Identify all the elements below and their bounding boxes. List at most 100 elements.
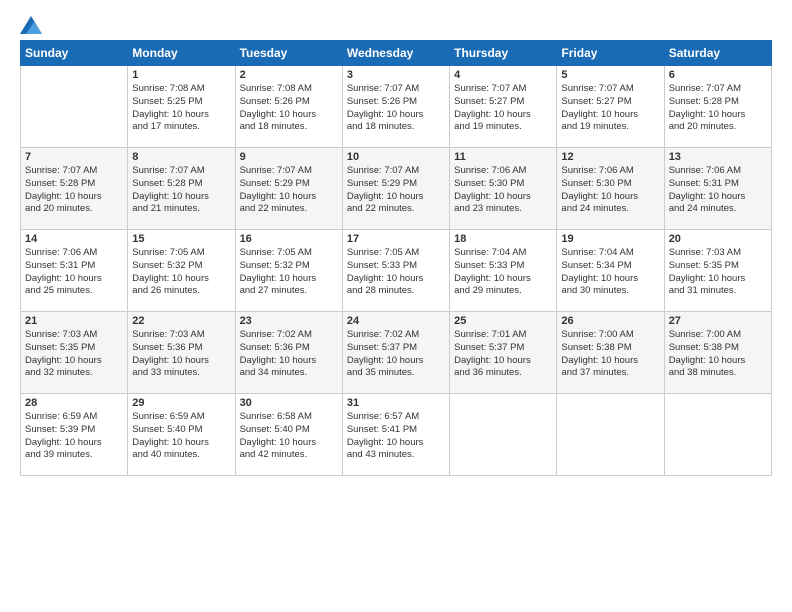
calendar-cell: 10Sunrise: 7:07 AM Sunset: 5:29 PM Dayli… <box>342 148 449 230</box>
calendar-cell: 7 Sunrise: 7:07 AM Sunset: 5:28 PM Daylig… <box>21 148 128 230</box>
day-number: 14 <box>25 233 123 245</box>
calendar-header-tuesday: Tuesday <box>235 41 342 66</box>
day-number: 20 <box>669 233 767 245</box>
day-info: Sunrise: 6:58 AM Sunset: 5:40 PM Dayligh… <box>240 411 338 462</box>
day-number: 15 <box>132 233 230 245</box>
day-info: Sunrise: 7:07 AM Sunset: 5:28 PM Dayligh… <box>132 165 230 216</box>
day-info: Sunrise: 7:01 AM Sunset: 5:37 PM Dayligh… <box>454 329 552 380</box>
day-number: 7 <box>25 151 123 163</box>
day-info: Sunrise: 7:07 AM Sunset: 5:28 PM Dayligh… <box>25 165 123 216</box>
day-number: 18 <box>454 233 552 245</box>
header <box>20 16 772 34</box>
day-info: Sunrise: 7:04 AM Sunset: 5:34 PM Dayligh… <box>561 247 659 298</box>
calendar-week-row: 14 Sunrise: 7:06 AM Sunset: 5:31 PM Dayli… <box>21 230 772 312</box>
day-number: 19 <box>561 233 659 245</box>
calendar-cell: 21 Sunrise: 7:03 AM Sunset: 5:35 PM Dayli… <box>21 312 128 394</box>
calendar-cell: 6 Sunrise: 7:07 AM Sunset: 5:28 PM Daylig… <box>664 66 771 148</box>
calendar-table: SundayMondayTuesdayWednesdayThursdayFrid… <box>20 40 772 476</box>
calendar-header-monday: Monday <box>128 41 235 66</box>
calendar-cell: 5 Sunrise: 7:07 AM Sunset: 5:27 PM Daylig… <box>557 66 664 148</box>
calendar-week-row: 28 Sunrise: 6:59 AM Sunset: 5:39 PM Dayli… <box>21 394 772 476</box>
day-info: Sunrise: 7:06 AM Sunset: 5:30 PM Dayligh… <box>561 165 659 216</box>
calendar-cell: 20 Sunrise: 7:03 AM Sunset: 5:35 PM Dayli… <box>664 230 771 312</box>
day-info: Sunrise: 7:08 AM Sunset: 5:26 PM Dayligh… <box>240 83 338 134</box>
day-number: 1 <box>132 69 230 81</box>
day-info: Sunrise: 7:07 AM Sunset: 5:27 PM Dayligh… <box>561 83 659 134</box>
day-number: 16 <box>240 233 338 245</box>
calendar-cell: 9 Sunrise: 7:07 AM Sunset: 5:29 PM Daylig… <box>235 148 342 230</box>
calendar-cell: 15 Sunrise: 7:05 AM Sunset: 5:32 PM Dayli… <box>128 230 235 312</box>
logo <box>20 16 46 34</box>
day-info: Sunrise: 7:06 AM Sunset: 5:31 PM Dayligh… <box>669 165 767 216</box>
day-number: 29 <box>132 397 230 409</box>
day-info: Sunrise: 7:06 AM Sunset: 5:31 PM Dayligh… <box>25 247 123 298</box>
calendar-header-saturday: Saturday <box>664 41 771 66</box>
calendar-cell: 17 Sunrise: 7:05 AM Sunset: 5:33 PM Dayli… <box>342 230 449 312</box>
day-info: Sunrise: 7:07 AM Sunset: 5:26 PM Dayligh… <box>347 83 445 134</box>
day-info: Sunrise: 7:07 AM Sunset: 5:27 PM Dayligh… <box>454 83 552 134</box>
calendar-cell <box>450 394 557 476</box>
calendar-cell: 29 Sunrise: 6:59 AM Sunset: 5:40 PM Dayli… <box>128 394 235 476</box>
calendar-cell: 26Sunrise: 7:00 AM Sunset: 5:38 PM Dayli… <box>557 312 664 394</box>
day-number: 24 <box>347 315 445 327</box>
day-number: 28 <box>25 397 123 409</box>
calendar-cell: 8Sunrise: 7:07 AM Sunset: 5:28 PM Daylig… <box>128 148 235 230</box>
calendar-header-sunday: Sunday <box>21 41 128 66</box>
day-number: 9 <box>240 151 338 163</box>
calendar-cell: 3 Sunrise: 7:07 AM Sunset: 5:26 PM Daylig… <box>342 66 449 148</box>
day-info: Sunrise: 7:05 AM Sunset: 5:33 PM Dayligh… <box>347 247 445 298</box>
day-number: 17 <box>347 233 445 245</box>
day-number: 21 <box>25 315 123 327</box>
calendar-cell: 31Sunrise: 6:57 AM Sunset: 5:41 PM Dayli… <box>342 394 449 476</box>
day-info: Sunrise: 7:03 AM Sunset: 5:35 PM Dayligh… <box>25 329 123 380</box>
calendar-cell: 4 Sunrise: 7:07 AM Sunset: 5:27 PM Daylig… <box>450 66 557 148</box>
page: SundayMondayTuesdayWednesdayThursdayFrid… <box>0 0 792 486</box>
day-number: 6 <box>669 69 767 81</box>
day-number: 5 <box>561 69 659 81</box>
day-number: 27 <box>669 315 767 327</box>
calendar-cell: 25 Sunrise: 7:01 AM Sunset: 5:37 PM Dayli… <box>450 312 557 394</box>
day-number: 30 <box>240 397 338 409</box>
day-number: 3 <box>347 69 445 81</box>
day-number: 4 <box>454 69 552 81</box>
calendar-header-friday: Friday <box>557 41 664 66</box>
day-info: Sunrise: 7:07 AM Sunset: 5:28 PM Dayligh… <box>669 83 767 134</box>
day-number: 23 <box>240 315 338 327</box>
calendar-week-row: 1 Sunrise: 7:08 AM Sunset: 5:25 PM Daylig… <box>21 66 772 148</box>
calendar-cell: 23 Sunrise: 7:02 AM Sunset: 5:36 PM Dayli… <box>235 312 342 394</box>
day-number: 22 <box>132 315 230 327</box>
day-number: 31 <box>347 397 445 409</box>
day-number: 11 <box>454 151 552 163</box>
calendar-cell: 2 Sunrise: 7:08 AM Sunset: 5:26 PM Daylig… <box>235 66 342 148</box>
calendar-cell: 19 Sunrise: 7:04 AM Sunset: 5:34 PM Dayli… <box>557 230 664 312</box>
day-number: 13 <box>669 151 767 163</box>
day-info: Sunrise: 7:07 AM Sunset: 5:29 PM Dayligh… <box>347 165 445 216</box>
day-number: 2 <box>240 69 338 81</box>
calendar-week-row: 7 Sunrise: 7:07 AM Sunset: 5:28 PM Daylig… <box>21 148 772 230</box>
day-info: Sunrise: 7:02 AM Sunset: 5:36 PM Dayligh… <box>240 329 338 380</box>
calendar-cell: 11 Sunrise: 7:06 AM Sunset: 5:30 PM Dayli… <box>450 148 557 230</box>
calendar-cell: 14 Sunrise: 7:06 AM Sunset: 5:31 PM Dayli… <box>21 230 128 312</box>
calendar-cell: 30 Sunrise: 6:58 AM Sunset: 5:40 PM Dayli… <box>235 394 342 476</box>
calendar-cell <box>21 66 128 148</box>
calendar-cell <box>557 394 664 476</box>
day-info: Sunrise: 7:08 AM Sunset: 5:25 PM Dayligh… <box>132 83 230 134</box>
day-info: Sunrise: 7:00 AM Sunset: 5:38 PM Dayligh… <box>669 329 767 380</box>
day-info: Sunrise: 7:07 AM Sunset: 5:29 PM Dayligh… <box>240 165 338 216</box>
day-number: 12 <box>561 151 659 163</box>
logo-icon <box>20 16 42 34</box>
day-info: Sunrise: 7:03 AM Sunset: 5:35 PM Dayligh… <box>669 247 767 298</box>
calendar-cell: 28 Sunrise: 6:59 AM Sunset: 5:39 PM Dayli… <box>21 394 128 476</box>
day-info: Sunrise: 7:05 AM Sunset: 5:32 PM Dayligh… <box>132 247 230 298</box>
day-info: Sunrise: 6:59 AM Sunset: 5:40 PM Dayligh… <box>132 411 230 462</box>
day-info: Sunrise: 7:02 AM Sunset: 5:37 PM Dayligh… <box>347 329 445 380</box>
day-number: 25 <box>454 315 552 327</box>
calendar-header-row: SundayMondayTuesdayWednesdayThursdayFrid… <box>21 41 772 66</box>
calendar-cell: 16Sunrise: 7:05 AM Sunset: 5:32 PM Dayli… <box>235 230 342 312</box>
calendar-cell: 22Sunrise: 7:03 AM Sunset: 5:36 PM Dayli… <box>128 312 235 394</box>
calendar-header-wednesday: Wednesday <box>342 41 449 66</box>
day-info: Sunrise: 7:06 AM Sunset: 5:30 PM Dayligh… <box>454 165 552 216</box>
calendar-cell: 1 Sunrise: 7:08 AM Sunset: 5:25 PM Daylig… <box>128 66 235 148</box>
calendar-header-thursday: Thursday <box>450 41 557 66</box>
day-info: Sunrise: 6:59 AM Sunset: 5:39 PM Dayligh… <box>25 411 123 462</box>
